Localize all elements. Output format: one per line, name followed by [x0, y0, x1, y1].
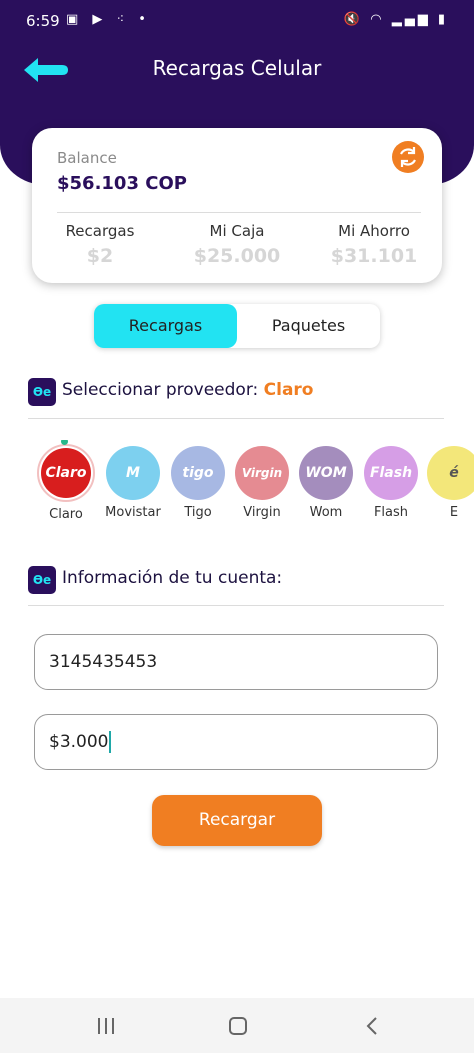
section-divider [28, 418, 444, 419]
provider-list: Claro Claro M Movistar tigo Tigo Virgin … [0, 440, 474, 540]
provider-label: Tigo [184, 505, 212, 520]
provider-partial[interactable]: é E [422, 440, 474, 520]
stat-label: Mi Caja [209, 222, 265, 240]
notification-icons: ▣ ▶ ⁖ • [66, 12, 151, 27]
refresh-button[interactable] [392, 141, 424, 173]
balance-value: $56.103 COP [57, 173, 187, 194]
provider-virgin[interactable]: Virgin Virgin [230, 440, 294, 520]
stat-mi-caja: Mi Caja $25.000 [172, 222, 302, 267]
stat-recargas: Recargas $2 [35, 222, 165, 267]
provider-claro[interactable]: Claro Claro [34, 440, 98, 522]
provider-flash[interactable]: Flash Flash [359, 440, 423, 520]
system-icons: 🔇 ◠ ▂▄▆ ▮ [343, 12, 448, 27]
stat-value: $2 [86, 245, 114, 267]
stat-value: $25.000 [193, 245, 281, 267]
section-divider [28, 605, 444, 606]
provider-label: Movistar [105, 505, 161, 520]
stat-value: $31.101 [330, 245, 418, 267]
status-time: 6:59 [26, 12, 60, 30]
tab-group: Recargas Paquetes [94, 304, 380, 348]
virgin-logo-icon: Virgin [235, 446, 289, 500]
provider-tigo[interactable]: tigo Tigo [166, 440, 230, 520]
tigo-logo-icon: tigo [171, 446, 225, 500]
app-logo-icon: ϴe [28, 566, 56, 594]
selected-provider-name: Claro [263, 380, 314, 400]
stat-mi-ahorro: Mi Ahorro $31.101 [309, 222, 439, 267]
stat-label: Mi Ahorro [338, 222, 410, 240]
provider-wom[interactable]: WOM Wom [294, 440, 358, 520]
recargar-button[interactable]: Recargar [152, 795, 322, 846]
provider-label: Flash [373, 505, 409, 520]
provider-label: Virgin [243, 505, 281, 520]
flash-logo-icon: Flash [364, 446, 418, 500]
system-nav-bar [0, 998, 474, 1053]
provider-label: Claro [49, 507, 83, 522]
recent-apps-icon[interactable] [86, 1014, 126, 1038]
tab-paquetes[interactable]: Paquetes [237, 304, 380, 348]
back-nav-icon[interactable] [352, 1014, 392, 1038]
phone-number-value: 3145435453 [49, 652, 158, 672]
account-section-title: Información de tu cuenta: [62, 568, 283, 588]
card-divider [57, 212, 421, 213]
provider-section-title: Seleccionar proveedor: Claro [62, 380, 314, 400]
amount-value: $3.000 [49, 732, 109, 752]
status-bar: 6:59 ▣ ▶ ⁖ • 🔇 ◠ ▂▄▆ ▮ [0, 0, 474, 40]
claro-logo-icon: Claro [41, 448, 91, 498]
stat-label: Recargas [65, 222, 135, 240]
partial-provider-logo-icon: é [427, 446, 474, 500]
provider-label: E [449, 505, 459, 520]
balance-label: Balance [57, 149, 117, 167]
text-cursor [109, 731, 112, 753]
home-icon[interactable] [218, 1014, 258, 1038]
tab-recargas[interactable]: Recargas [94, 304, 237, 348]
amount-field[interactable]: $3.000 [34, 714, 438, 770]
provider-movistar[interactable]: M Movistar [101, 440, 165, 520]
refresh-icon [400, 147, 416, 167]
phone-number-field[interactable]: 3145435453 [34, 634, 438, 690]
balance-card: Balance $56.103 COP Recargas $2 Mi Caja … [32, 128, 442, 283]
provider-label: Wom [309, 505, 343, 520]
wom-logo-icon: WOM [299, 446, 353, 500]
movistar-logo-icon: M [106, 446, 160, 500]
page-title: Recargas Celular [152, 56, 322, 80]
app-logo-icon: ϴe [28, 378, 56, 406]
selected-ring: Claro [37, 444, 95, 502]
